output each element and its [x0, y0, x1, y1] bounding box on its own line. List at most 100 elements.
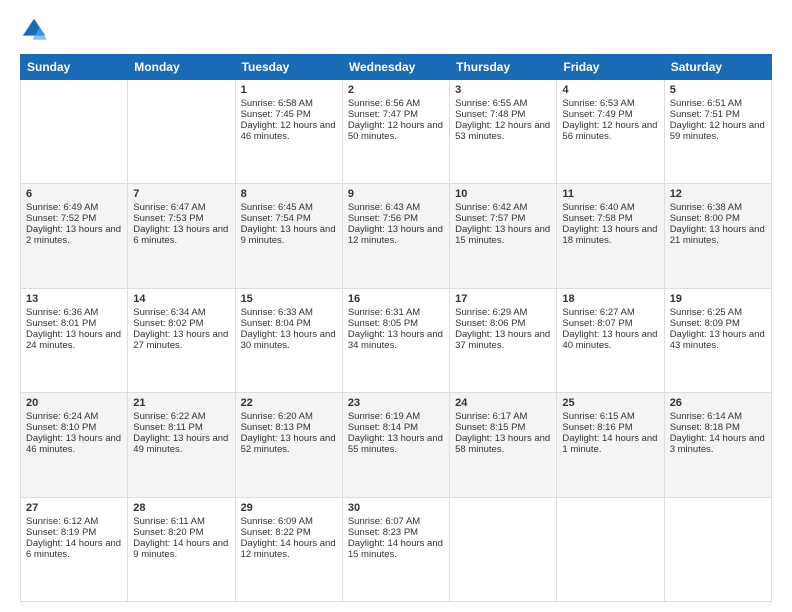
day-info: Sunrise: 6:58 AM [241, 98, 337, 109]
day-info: Sunrise: 6:40 AM [562, 202, 658, 213]
day-info: Daylight: 13 hours and 12 minutes. [348, 224, 444, 246]
calendar-cell: 22Sunrise: 6:20 AMSunset: 8:13 PMDayligh… [235, 393, 342, 497]
day-info: Sunrise: 6:42 AM [455, 202, 551, 213]
day-number: 17 [455, 293, 551, 305]
day-info: Sunset: 8:11 PM [133, 422, 229, 433]
calendar-cell: 26Sunrise: 6:14 AMSunset: 8:18 PMDayligh… [664, 393, 771, 497]
day-info: Sunset: 8:18 PM [670, 422, 766, 433]
day-info: Sunrise: 6:51 AM [670, 98, 766, 109]
day-info: Daylight: 13 hours and 21 minutes. [670, 224, 766, 246]
day-number: 20 [26, 397, 122, 409]
day-number: 21 [133, 397, 229, 409]
day-number: 3 [455, 84, 551, 96]
day-number: 8 [241, 188, 337, 200]
day-info: Sunrise: 6:55 AM [455, 98, 551, 109]
day-number: 10 [455, 188, 551, 200]
day-info: Daylight: 14 hours and 9 minutes. [133, 538, 229, 560]
day-info: Sunrise: 6:53 AM [562, 98, 658, 109]
day-info: Sunrise: 6:11 AM [133, 516, 229, 527]
day-info: Sunset: 7:48 PM [455, 109, 551, 120]
day-info: Daylight: 14 hours and 12 minutes. [241, 538, 337, 560]
calendar-cell: 10 Sunrise: 6:42 AMSunset: 7:57 PMDayligh… [450, 184, 557, 288]
day-info: Daylight: 13 hours and 34 minutes. [348, 329, 444, 351]
calendar-cell: 24 Sunrise: 6:17 AMSunset: 8:15 PMDayligh… [450, 393, 557, 497]
day-info: Sunset: 8:00 PM [670, 213, 766, 224]
day-info: Sunset: 7:52 PM [26, 213, 122, 224]
day-info: Sunrise: 6:07 AM [348, 516, 444, 527]
day-info: Sunset: 8:14 PM [348, 422, 444, 433]
week-row-5: 27Sunrise: 6:12 AMSunset: 8:19 PMDayligh… [21, 497, 772, 601]
day-info: Sunrise: 6:27 AM [562, 307, 658, 318]
calendar-cell: 14Sunrise: 6:34 AMSunset: 8:02 PMDayligh… [128, 288, 235, 392]
header [20, 16, 772, 44]
day-info: Daylight: 14 hours and 15 minutes. [348, 538, 444, 560]
calendar-cell: 19Sunrise: 6:25 AMSunset: 8:09 PMDayligh… [664, 288, 771, 392]
day-number: 2 [348, 84, 444, 96]
day-number: 16 [348, 293, 444, 305]
logo-icon [20, 16, 48, 44]
day-info: Sunset: 8:23 PM [348, 527, 444, 538]
calendar-cell: 27Sunrise: 6:12 AMSunset: 8:19 PMDayligh… [21, 497, 128, 601]
day-number: 7 [133, 188, 229, 200]
day-info: Sunset: 7:54 PM [241, 213, 337, 224]
calendar-cell: 11 Sunrise: 6:40 AMSunset: 7:58 PMDayligh… [557, 184, 664, 288]
day-info: Daylight: 14 hours and 3 minutes. [670, 433, 766, 455]
day-info: Sunrise: 6:56 AM [348, 98, 444, 109]
day-info: Daylight: 13 hours and 15 minutes. [455, 224, 551, 246]
day-info: Sunset: 8:05 PM [348, 318, 444, 329]
day-number: 24 [455, 397, 551, 409]
day-number: 11 [562, 188, 658, 200]
day-number: 27 [26, 502, 122, 514]
day-info: Sunrise: 6:43 AM [348, 202, 444, 213]
day-number: 5 [670, 84, 766, 96]
calendar-cell: 30Sunrise: 6:07 AMSunset: 8:23 PMDayligh… [342, 497, 449, 601]
calendar-cell: 17Sunrise: 6:29 AMSunset: 8:06 PMDayligh… [450, 288, 557, 392]
day-info: Daylight: 13 hours and 58 minutes. [455, 433, 551, 455]
calendar-cell: 2Sunrise: 6:56 AMSunset: 7:47 PMDaylight… [342, 80, 449, 184]
calendar-cell [557, 497, 664, 601]
calendar-cell: 8Sunrise: 6:45 AMSunset: 7:54 PMDaylight… [235, 184, 342, 288]
day-info: Daylight: 13 hours and 37 minutes. [455, 329, 551, 351]
day-info: Sunrise: 6:14 AM [670, 411, 766, 422]
day-info: Daylight: 12 hours and 59 minutes. [670, 120, 766, 142]
day-info: Daylight: 13 hours and 18 minutes. [562, 224, 658, 246]
calendar-cell: 1Sunrise: 6:58 AMSunset: 7:45 PMDaylight… [235, 80, 342, 184]
day-info: Sunset: 8:15 PM [455, 422, 551, 433]
day-info: Sunset: 8:20 PM [133, 527, 229, 538]
day-info: Sunrise: 6:25 AM [670, 307, 766, 318]
day-info: Sunset: 8:09 PM [670, 318, 766, 329]
calendar-cell: 7Sunrise: 6:47 AMSunset: 7:53 PMDaylight… [128, 184, 235, 288]
calendar-cell: 12Sunrise: 6:38 AMSunset: 8:00 PMDayligh… [664, 184, 771, 288]
day-info: Daylight: 13 hours and 40 minutes. [562, 329, 658, 351]
day-info: Sunset: 7:57 PM [455, 213, 551, 224]
calendar-cell [21, 80, 128, 184]
day-info: Sunset: 8:19 PM [26, 527, 122, 538]
calendar-table: SundayMondayTuesdayWednesdayThursdayFrid… [20, 54, 772, 602]
day-info: Sunset: 8:01 PM [26, 318, 122, 329]
calendar-cell: 20Sunrise: 6:24 AMSunset: 8:10 PMDayligh… [21, 393, 128, 497]
day-info: Sunrise: 6:38 AM [670, 202, 766, 213]
week-row-4: 20Sunrise: 6:24 AMSunset: 8:10 PMDayligh… [21, 393, 772, 497]
day-number: 29 [241, 502, 337, 514]
calendar-cell: 9Sunrise: 6:43 AMSunset: 7:56 PMDaylight… [342, 184, 449, 288]
day-info: Daylight: 14 hours and 6 minutes. [26, 538, 122, 560]
calendar-cell: 3Sunrise: 6:55 AMSunset: 7:48 PMDaylight… [450, 80, 557, 184]
col-header-tuesday: Tuesday [235, 55, 342, 80]
day-number: 28 [133, 502, 229, 514]
day-info: Sunrise: 6:34 AM [133, 307, 229, 318]
calendar-body: 1Sunrise: 6:58 AMSunset: 7:45 PMDaylight… [21, 80, 772, 602]
calendar-cell: 6Sunrise: 6:49 AMSunset: 7:52 PMDaylight… [21, 184, 128, 288]
calendar-cell: 28 Sunrise: 6:11 AMSunset: 8:20 PMDayligh… [128, 497, 235, 601]
day-info: Daylight: 13 hours and 30 minutes. [241, 329, 337, 351]
day-info: Sunset: 7:58 PM [562, 213, 658, 224]
page: SundayMondayTuesdayWednesdayThursdayFrid… [0, 0, 792, 612]
day-info: Sunset: 8:10 PM [26, 422, 122, 433]
day-info: Sunrise: 6:17 AM [455, 411, 551, 422]
day-info: Sunset: 8:16 PM [562, 422, 658, 433]
day-number: 15 [241, 293, 337, 305]
calendar-cell: 21Sunrise: 6:22 AMSunset: 8:11 PMDayligh… [128, 393, 235, 497]
col-header-monday: Monday [128, 55, 235, 80]
calendar-cell: 5Sunrise: 6:51 AMSunset: 7:51 PMDaylight… [664, 80, 771, 184]
day-info: Daylight: 12 hours and 56 minutes. [562, 120, 658, 142]
day-info: Sunrise: 6:49 AM [26, 202, 122, 213]
